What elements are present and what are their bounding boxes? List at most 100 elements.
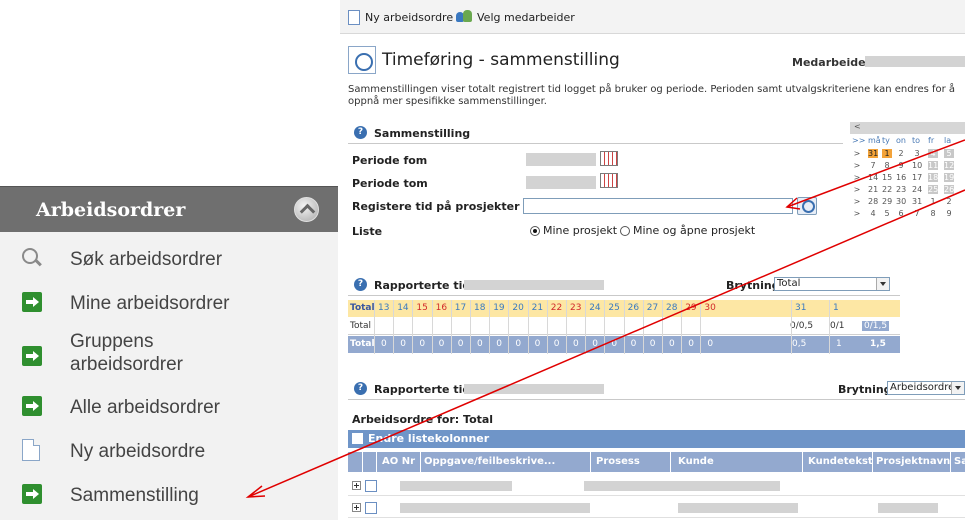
radio-mine-open-projects[interactable]: Mine og åpne prosjekt	[620, 224, 755, 237]
weekday: on	[896, 136, 906, 145]
grid-divider	[412, 300, 414, 354]
calendar-week-select[interactable]: >	[852, 173, 862, 182]
help-icon[interactable]: ?	[354, 278, 367, 291]
grid-cell: 0,5	[792, 339, 807, 349]
document-icon	[348, 10, 360, 25]
sidebar-item-search[interactable]: Søk arbeidsordrer	[0, 246, 338, 274]
day-column-header: 28	[666, 303, 678, 313]
calendar-day[interactable]: 31	[868, 149, 878, 158]
calendar-day[interactable]: 16	[896, 173, 906, 182]
calendar-day[interactable]: 1	[882, 149, 892, 158]
calendar-icon[interactable]	[600, 173, 618, 188]
break-select[interactable]: Total	[774, 277, 890, 291]
calendar-day[interactable]: 12	[944, 161, 954, 170]
sidebar-title: Arbeidsordrer	[36, 199, 186, 221]
grid-cell: 0	[457, 339, 464, 349]
calendar-day[interactable]: 23	[896, 185, 906, 194]
calendar-day[interactable]: 11	[928, 161, 938, 170]
sidebar-item-group[interactable]: Gruppens arbeidsordrer	[0, 330, 338, 382]
calendar-day[interactable]: 29	[882, 197, 892, 206]
calendar-day[interactable]: 4	[928, 149, 938, 158]
column-header[interactable]: Prosess	[596, 456, 640, 467]
calendar-week-select[interactable]: >	[852, 197, 862, 206]
expand-icon[interactable]	[352, 481, 361, 490]
column-header[interactable]: Prosjektnavn	[876, 456, 950, 467]
calendar-day[interactable]: 18	[928, 173, 938, 182]
column-header[interactable]: Kundetekst	[808, 456, 873, 467]
help-icon[interactable]: ?	[354, 126, 367, 139]
weekday: ty	[882, 136, 890, 145]
calendar-day[interactable]: 7	[868, 161, 878, 170]
column-header[interactable]: Kunde	[678, 456, 714, 467]
calendar-day[interactable]: 6	[896, 209, 906, 218]
calendar-week-nav[interactable]: >>	[852, 136, 865, 145]
calendar-day[interactable]: 3	[912, 149, 922, 158]
description-text: Sammenstillingen viser totalt registrert…	[348, 84, 956, 107]
period-from-input[interactable]	[526, 153, 596, 166]
new-order-button[interactable]: Ny arbeidsordre	[348, 10, 453, 25]
calendar-day[interactable]: 30	[896, 197, 906, 206]
calendar-day[interactable]: 31	[912, 197, 922, 206]
calendar-day[interactable]: 21	[868, 185, 878, 194]
chevron-down-icon	[951, 382, 964, 394]
grid-cell: 0	[611, 339, 618, 349]
edit-icon[interactable]	[365, 502, 377, 514]
calendar-day[interactable]: 22	[882, 185, 892, 194]
radio-label: Mine og åpne prosjekt	[633, 224, 756, 237]
calendar-icon[interactable]	[600, 151, 618, 166]
column-header[interactable]: AO Nr	[382, 456, 415, 467]
calendar-day[interactable]: 7	[912, 209, 922, 218]
choose-employee-button[interactable]: Velg medarbeider	[456, 10, 575, 24]
sidebar: Arbeidsordrer Søk arbeidsordrer Mine arb…	[0, 186, 338, 520]
sidebar-item-summary[interactable]: Sammenstilling	[0, 482, 338, 510]
calendar-day[interactable]: 2	[896, 149, 906, 158]
calendar-week-select[interactable]: >	[852, 185, 862, 194]
weekday: må	[868, 136, 881, 145]
table-row[interactable]	[348, 476, 965, 496]
grid-cell: 0	[381, 339, 387, 349]
column-header[interactable]: Sa	[954, 456, 965, 467]
title-row: Timeføring - sammenstilling Medarbeider	[340, 42, 965, 76]
calendar-day[interactable]: 2	[944, 197, 954, 206]
help-icon[interactable]: ?	[354, 382, 367, 395]
table-row[interactable]	[348, 498, 965, 518]
calendar-day[interactable]: 14	[868, 173, 878, 182]
calendar-week-row: >31 1 2 3 4 5	[850, 148, 965, 160]
edit-columns-bar[interactable]: Endre listekolonner	[348, 430, 965, 448]
collapse-icon[interactable]	[294, 197, 319, 222]
edit-icon[interactable]	[365, 480, 377, 492]
calendar-day[interactable]: 8	[882, 161, 892, 170]
calendar-day[interactable]: 5	[882, 209, 892, 218]
weekday: la	[944, 136, 952, 145]
sidebar-item-all[interactable]: Alle arbeidsordrer	[0, 394, 338, 422]
calendar-day[interactable]: 1	[928, 197, 938, 206]
calendar-day[interactable]: 28	[868, 197, 878, 206]
radio-mine-projects[interactable]: Mine prosjekt	[530, 224, 617, 237]
calendar-day[interactable]: 26	[944, 185, 954, 194]
grid-divider	[566, 300, 567, 354]
sidebar-item-new[interactable]: Ny arbeidsordre	[0, 438, 338, 466]
calendar-day[interactable]: 4	[868, 209, 878, 218]
calendar-week-select[interactable]: >	[852, 161, 862, 170]
calendar-day[interactable]: 15	[882, 173, 892, 182]
clock-icon[interactable]	[797, 197, 817, 215]
sidebar-item-mine[interactable]: Mine arbeidsordrer	[0, 290, 338, 318]
calendar-header: <	[850, 122, 965, 134]
expand-icon[interactable]	[352, 503, 361, 512]
period-to-input[interactable]	[526, 176, 596, 189]
calendar-day[interactable]: 8	[928, 209, 938, 218]
calendar-day[interactable]: 17	[912, 173, 922, 182]
break-select-2[interactable]: Arbeidsordre	[887, 381, 965, 395]
calendar-day[interactable]: 19	[944, 173, 954, 182]
calendar-prev-button[interactable]: <	[854, 122, 861, 131]
calendar-day[interactable]: 25	[928, 185, 938, 194]
calendar-week-select[interactable]: >	[852, 209, 862, 218]
projects-input[interactable]	[523, 198, 793, 214]
calendar-day[interactable]: 10	[912, 161, 922, 170]
calendar-day[interactable]: 5	[944, 149, 954, 158]
column-header[interactable]: Oppgave/feilbeskrive...	[424, 456, 555, 467]
calendar-week-select[interactable]: >	[852, 149, 862, 158]
calendar-day[interactable]: 9	[896, 161, 906, 170]
calendar-day[interactable]: 24	[912, 185, 922, 194]
calendar-day[interactable]: 9	[944, 209, 954, 218]
